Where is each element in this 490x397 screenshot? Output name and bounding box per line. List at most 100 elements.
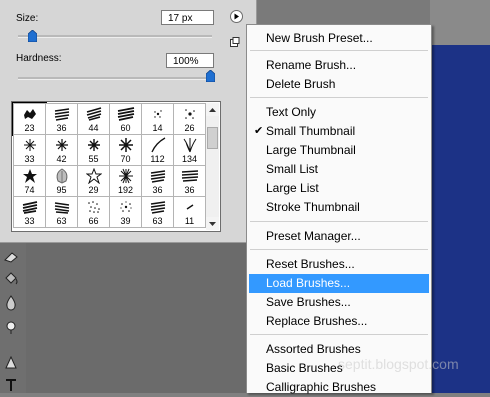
brush-preset-cell[interactable]: 11 bbox=[173, 196, 206, 228]
menu-item-new-brush-preset[interactable]: New Brush Preset... bbox=[249, 29, 429, 48]
brush-preset-cell[interactable]: 74 bbox=[13, 165, 46, 197]
paint-bucket-icon[interactable] bbox=[0, 269, 22, 289]
brush-preset-cell[interactable]: 42 bbox=[45, 134, 78, 166]
scroll-up-icon[interactable] bbox=[206, 103, 219, 116]
brush-preset-cell[interactable]: 70 bbox=[109, 134, 142, 166]
workspace-strip bbox=[430, 0, 490, 45]
menu-item-stroke-thumbnail[interactable]: Stroke Thumbnail bbox=[249, 198, 429, 217]
brush-tip-icon bbox=[14, 137, 45, 153]
menu-item-calligraphic-brushes[interactable]: Calligraphic Brushes bbox=[249, 378, 429, 397]
brush-tip-icon bbox=[142, 106, 173, 122]
hardness-input[interactable]: 100% bbox=[166, 53, 214, 68]
checkmark-icon: ✔ bbox=[254, 125, 264, 137]
menu-item-label: Rename Brush... bbox=[266, 58, 357, 72]
brush-tip-icon bbox=[46, 168, 77, 184]
brush-preset-cell[interactable]: 63 bbox=[45, 196, 78, 228]
menu-item-rename-brush[interactable]: Rename Brush... bbox=[249, 56, 429, 75]
brush-grid: 23 36 44 60 14 26 33 42 55 70 112 134 74 95 29 192 36 36 3… bbox=[11, 101, 221, 232]
new-preset-icon[interactable] bbox=[230, 37, 240, 47]
menu-item-label: Stroke Thumbnail bbox=[266, 200, 360, 214]
menu-item-large-thumbnail[interactable]: Large Thumbnail bbox=[249, 141, 429, 160]
brush-preset-cell[interactable]: 95 bbox=[45, 165, 78, 197]
brush-preset-cell[interactable]: 63 bbox=[141, 196, 174, 228]
brush-preset-cell[interactable]: 14 bbox=[141, 103, 174, 135]
document-canvas[interactable] bbox=[430, 45, 490, 393]
brush-size-label: 11 bbox=[184, 216, 195, 226]
brush-size-label: 39 bbox=[120, 216, 131, 226]
brush-size-label: 134 bbox=[181, 154, 198, 164]
menu-item-small-list[interactable]: Small List bbox=[249, 160, 429, 179]
brush-size-label: 63 bbox=[56, 216, 67, 226]
brush-tip-icon bbox=[14, 168, 45, 184]
brush-tip-icon bbox=[14, 106, 45, 122]
brush-tip-icon bbox=[174, 168, 205, 184]
size-label: Size: bbox=[16, 13, 39, 24]
brush-preset-cell[interactable]: 60 bbox=[109, 103, 142, 135]
brush-size-label: 70 bbox=[120, 154, 131, 164]
panel-menu-button[interactable] bbox=[230, 10, 243, 23]
brush-preset-cell[interactable]: 44 bbox=[77, 103, 110, 135]
brush-preset-cell[interactable]: 36 bbox=[141, 165, 174, 197]
menu-item-label: Text Only bbox=[266, 105, 317, 119]
brush-tip-icon bbox=[46, 137, 77, 153]
menu-item-reset-brushes[interactable]: Reset Brushes... bbox=[249, 255, 429, 274]
brush-tip-icon bbox=[14, 199, 45, 215]
menu-item-label: Save Brushes... bbox=[266, 295, 351, 309]
menu-item-preset-manager[interactable]: Preset Manager... bbox=[249, 227, 429, 246]
brush-preset-cell[interactable]: 112 bbox=[141, 134, 174, 166]
brush-preset-cell[interactable]: 36 bbox=[173, 165, 206, 197]
brush-preset-cell[interactable]: 36 bbox=[45, 103, 78, 135]
brush-tip-icon bbox=[142, 199, 173, 215]
brush-preset-cell[interactable]: 39 bbox=[109, 196, 142, 228]
brush-preset-cell[interactable]: 134 bbox=[173, 134, 206, 166]
eraser-tool-icon[interactable] bbox=[0, 247, 22, 267]
menu-item-small-thumbnail[interactable]: ✔ Small Thumbnail bbox=[249, 122, 429, 141]
menu-item-load-brushes[interactable]: Load Brushes... bbox=[249, 274, 429, 293]
brush-preset-cell[interactable]: 66 bbox=[77, 196, 110, 228]
watermark: septit.blogspot.com bbox=[338, 356, 459, 372]
menu-item-replace-brushes[interactable]: Replace Brushes... bbox=[249, 312, 429, 331]
brush-tip-icon bbox=[174, 199, 205, 215]
size-slider-track[interactable] bbox=[18, 35, 212, 38]
scroll-thumb[interactable] bbox=[207, 127, 218, 149]
tools-panel bbox=[0, 243, 26, 393]
brush-tip-icon bbox=[142, 168, 173, 184]
menu-item-text-only[interactable]: Text Only bbox=[249, 103, 429, 122]
brush-size-label: 55 bbox=[88, 154, 99, 164]
menu-item-save-brushes[interactable]: Save Brushes... bbox=[249, 293, 429, 312]
brush-size-label: 44 bbox=[88, 123, 99, 133]
scroll-down-icon[interactable] bbox=[206, 217, 219, 230]
brush-preset-cell[interactable]: 23 bbox=[12, 102, 47, 136]
hardness-slider-thumb[interactable] bbox=[206, 70, 215, 82]
brush-preset-cell[interactable]: 33 bbox=[13, 196, 46, 228]
brush-preset-cell[interactable]: 192 bbox=[109, 165, 142, 197]
brush-preset-cell[interactable]: 29 bbox=[77, 165, 110, 197]
brush-preset-cell[interactable]: 33 bbox=[13, 134, 46, 166]
brush-size-label: 66 bbox=[88, 216, 99, 226]
brush-tip-icon bbox=[46, 199, 77, 215]
blur-tool-icon[interactable] bbox=[0, 293, 22, 313]
size-slider-thumb[interactable] bbox=[28, 30, 37, 42]
brush-preset-cell[interactable]: 26 bbox=[173, 103, 206, 135]
brush-tip-icon bbox=[174, 137, 205, 153]
brush-tip-icon bbox=[78, 137, 109, 153]
brush-tip-icon bbox=[78, 106, 109, 122]
menu-item-large-list[interactable]: Large List bbox=[249, 179, 429, 198]
pen-tool-icon[interactable] bbox=[0, 353, 22, 373]
brush-size-label: 33 bbox=[24, 154, 35, 164]
brush-size-label: 29 bbox=[88, 185, 99, 195]
play-arrow-icon bbox=[234, 13, 239, 20]
menu-separator bbox=[250, 221, 428, 222]
brush-size-label: 42 bbox=[56, 154, 67, 164]
menu-item-label: Assorted Brushes bbox=[266, 342, 361, 356]
size-input[interactable]: 17 px bbox=[161, 10, 214, 25]
menu-separator bbox=[250, 50, 428, 51]
hardness-slider-track[interactable] bbox=[18, 77, 212, 80]
brush-size-label: 63 bbox=[152, 216, 163, 226]
menu-item-delete-brush[interactable]: Delete Brush bbox=[249, 75, 429, 94]
type-tool-icon[interactable] bbox=[0, 375, 22, 395]
brush-preset-cell[interactable]: 55 bbox=[77, 134, 110, 166]
brush-grid-scrollbar[interactable] bbox=[206, 103, 219, 230]
menu-item-label: Basic Brushes bbox=[266, 361, 343, 375]
dodge-tool-icon[interactable] bbox=[0, 317, 22, 337]
